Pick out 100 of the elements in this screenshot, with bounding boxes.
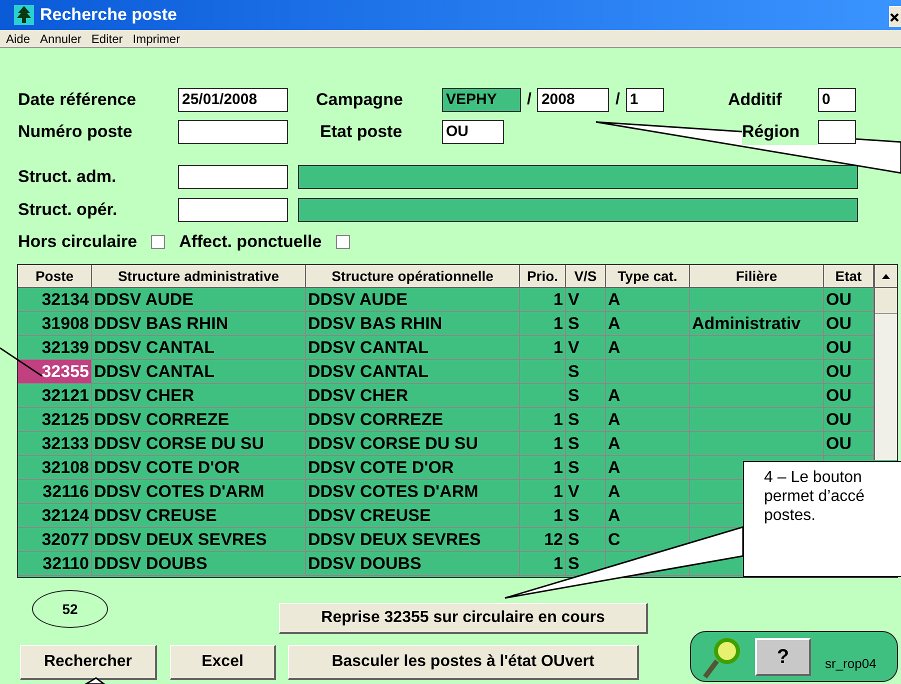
column-header[interactable]: Type cat. <box>606 265 690 288</box>
campaign-code-field[interactable]: VEPHY <box>442 88 521 112</box>
table-cell: 1 <box>520 456 566 480</box>
table-cell: S <box>566 504 606 528</box>
additif-field[interactable]: 0 <box>818 88 856 112</box>
column-header[interactable]: V/S <box>566 265 606 288</box>
table-cell: DDSV CANTAL <box>92 360 306 384</box>
search-button[interactable]: Rechercher <box>20 645 157 680</box>
table-cell: 32133 <box>18 432 92 456</box>
help-button[interactable]: ? <box>755 638 811 676</box>
table-cell <box>520 384 566 408</box>
field-label: Date référence <box>18 89 138 112</box>
table-cell: DDSV COTE D'OR <box>306 456 520 480</box>
table-cell: DDSV COTES D'ARM <box>92 480 306 504</box>
field-label: Numéro poste <box>18 121 134 144</box>
table-cell: 1 <box>520 432 566 456</box>
window-title: Recherche poste <box>40 4 177 26</box>
scroll-thumb[interactable] <box>875 288 897 314</box>
table-cell: DDSV AUDE <box>306 288 520 312</box>
column-header[interactable]: Prio. <box>520 265 566 288</box>
column-header[interactable]: Filière <box>690 265 824 288</box>
scroll-up-button[interactable] <box>875 265 897 288</box>
field-label: Campagne <box>316 89 404 112</box>
struct-adm-name-field[interactable] <box>298 165 858 189</box>
separator-text: / <box>527 90 532 110</box>
table-cell: DDSV DEUX SEVRES <box>306 528 520 552</box>
checkbox-label: Affect. ponctuelle <box>179 231 322 254</box>
close-button[interactable] <box>889 6 901 27</box>
close-icon <box>890 12 899 22</box>
table-cell: 32124 <box>18 504 92 528</box>
date-field[interactable]: 25/01/2008 <box>178 88 288 112</box>
field-label: Etat poste <box>320 121 404 144</box>
table-cell: V <box>566 480 606 504</box>
column-header[interactable]: Poste <box>18 265 92 288</box>
field-label: Additif <box>728 89 783 112</box>
table-cell: DDSV COTE D'OR <box>92 456 306 480</box>
table-cell: 1 <box>520 480 566 504</box>
table-cell: A <box>606 408 690 432</box>
table-cell: A <box>606 480 690 504</box>
table-cell: 32355 <box>18 360 92 384</box>
table-cell: DDSV CANTAL <box>306 336 520 360</box>
table-cell: S <box>566 360 606 384</box>
checkbox-label: Hors circulaire <box>18 231 138 254</box>
column-header[interactable]: Structure administrative <box>92 265 306 288</box>
table-cell: 12 <box>520 528 566 552</box>
table-cell: DDSV DOUBS <box>306 552 520 576</box>
year-field[interactable]: 2008 <box>537 88 610 112</box>
number-field[interactable]: 1 <box>626 88 664 112</box>
table-cell: 1 <box>520 552 566 576</box>
struct-adm-field[interactable] <box>178 165 288 189</box>
table-cell: DDSV CORSE DU SU <box>306 432 520 456</box>
checkbox[interactable] <box>336 235 350 249</box>
table-cell: DDSV CORREZE <box>306 408 520 432</box>
separator-text: / <box>615 90 620 110</box>
table-cell: 32116 <box>18 480 92 504</box>
reprise-button[interactable]: Reprise 32355 sur circulaire en cours <box>279 603 648 634</box>
table-cell: V <box>566 288 606 312</box>
table-cell: 1 <box>520 288 566 312</box>
table-cell: A <box>606 456 690 480</box>
poste-number-field[interactable] <box>178 120 288 144</box>
leader-line <box>0 347 42 377</box>
table-cell: 32134 <box>18 288 92 312</box>
region-field[interactable] <box>818 120 856 144</box>
menu-item[interactable]: Annuler <box>40 30 82 48</box>
struct-oper-field[interactable] <box>178 198 288 222</box>
table-cell: A <box>606 504 690 528</box>
tree-icon <box>14 5 34 25</box>
table-cell: DDSV CANTAL <box>306 360 520 384</box>
etat-field[interactable]: OU <box>442 120 504 144</box>
menu-item[interactable]: Aide <box>6 30 30 48</box>
table-cell: 32125 <box>18 408 92 432</box>
table-cell: 1 <box>520 336 566 360</box>
struct-oper-name-field[interactable] <box>298 198 858 222</box>
table-cell: DDSV CANTAL <box>92 336 306 360</box>
table-cell: 32108 <box>18 456 92 480</box>
callout-text: postes. <box>764 506 817 525</box>
toggle-open-button[interactable]: Basculer les postes à l'état OUvert <box>288 645 639 680</box>
table-cell: S <box>566 312 606 336</box>
table-cell: DDSV DOUBS <box>92 552 306 576</box>
field-label: Struct. adm. <box>18 166 118 188</box>
scrollbar[interactable] <box>874 265 897 460</box>
table-cell: DDSV CREUSE <box>92 504 306 528</box>
column-header[interactable]: Structure opérationnelle <box>306 265 520 288</box>
callout-pointer <box>83 677 106 684</box>
table-cell: DDSV CREUSE <box>306 504 520 528</box>
checkbox[interactable] <box>151 235 166 249</box>
table-cell: 1 <box>520 312 566 336</box>
table-cell: 32110 <box>18 552 92 576</box>
table-cell: S <box>566 528 606 552</box>
excel-button[interactable]: Excel <box>170 645 276 680</box>
table-cell: A <box>606 384 690 408</box>
table-cell: DDSV BAS RHIN <box>306 312 520 336</box>
table-cell: A <box>606 288 690 312</box>
menu-item[interactable]: Imprimer <box>132 30 180 48</box>
table-cell: S <box>566 408 606 432</box>
menu-item[interactable]: Editer <box>91 30 123 48</box>
table-cell: 32121 <box>18 384 92 408</box>
callout-text: permet d’accé <box>764 487 866 506</box>
table-cell: DDSV AUDE <box>92 288 306 312</box>
table-cell: A <box>606 432 690 456</box>
